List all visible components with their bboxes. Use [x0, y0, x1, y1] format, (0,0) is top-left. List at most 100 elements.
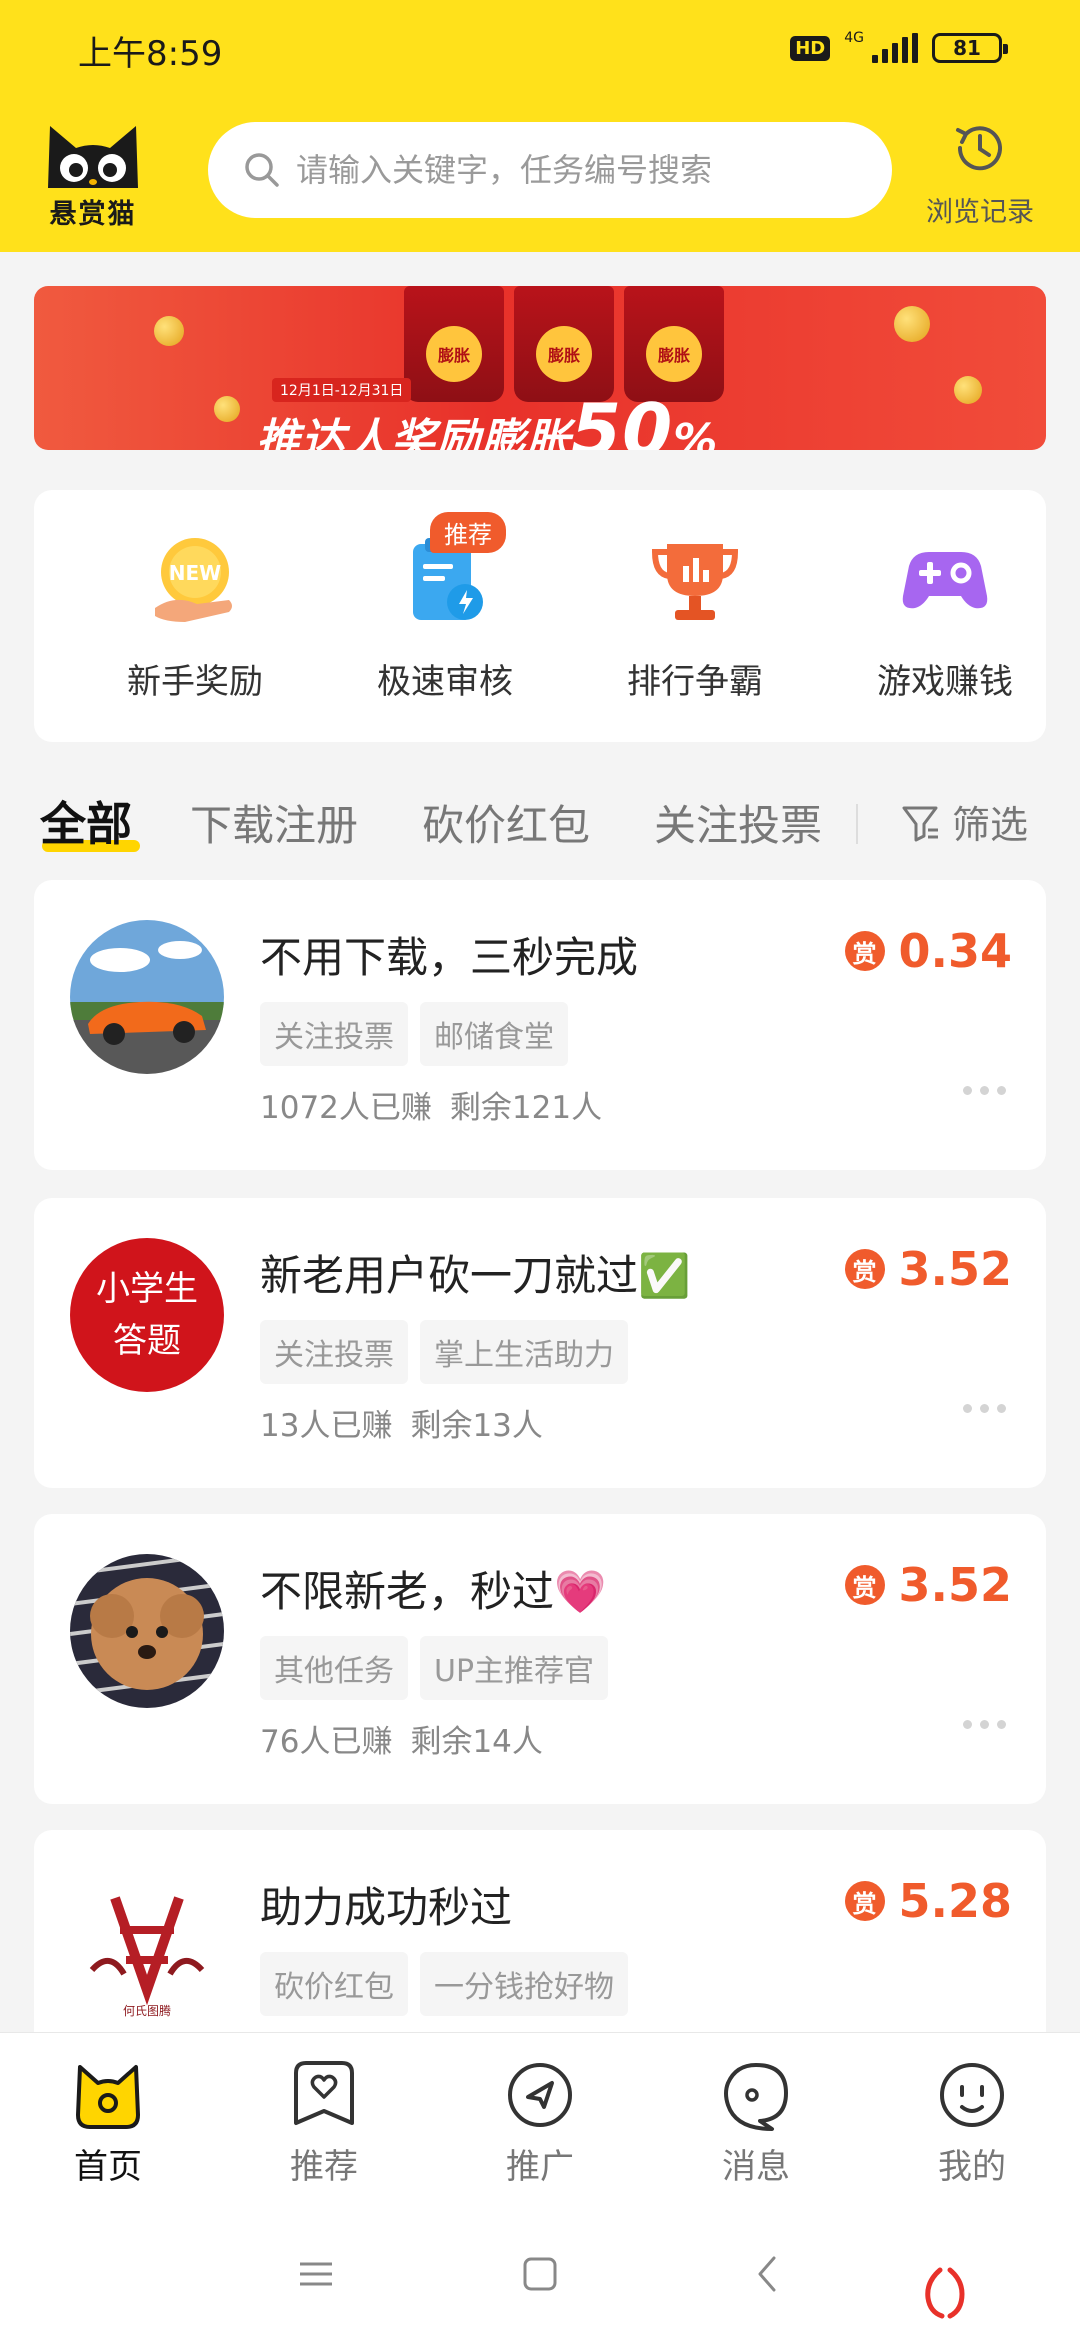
nav-label: 首页	[74, 2147, 142, 2187]
new-gift-icon: NEW	[155, 538, 232, 622]
red-envelope-icon: 膨胀	[624, 286, 724, 402]
task-reward: 赏 0.34	[844, 924, 1013, 978]
task-tags: 关注投票 邮储食堂	[260, 1002, 568, 1066]
nav-promote[interactable]: 推广	[460, 2055, 620, 2188]
home-square-icon[interactable]	[510, 2244, 570, 2304]
trophy-icon	[651, 544, 739, 620]
task-tag: 关注投票	[260, 1002, 408, 1066]
more-icon[interactable]	[963, 1720, 1006, 1729]
task-remaining: 剩余14人	[410, 1724, 543, 1760]
task-reward: 赏 3.52	[844, 1558, 1013, 1612]
task-reward: 赏 5.28	[844, 1874, 1013, 1928]
filter-icon	[902, 806, 938, 841]
svg-text:何氏图腾: 何氏图腾	[123, 2003, 171, 2018]
tab-download-register[interactable]: 下载注册	[190, 792, 358, 853]
quick-label: 极速审核	[377, 662, 513, 702]
task-stats: 1072人已赚 剩余121人	[260, 1082, 602, 1127]
task-tags: 其他任务 UP主推荐官	[260, 1636, 609, 1700]
nav-label: 我的	[938, 2147, 1006, 2187]
more-icon[interactable]	[963, 1404, 1006, 1413]
signal-icon	[872, 33, 918, 63]
task-avatar	[70, 1554, 224, 1708]
battery-icon: 81	[932, 33, 1008, 63]
nav-label: 消息	[722, 2147, 790, 2187]
task-avatar: 何氏图腾	[70, 1870, 224, 2024]
task-remaining: 剩余13人	[410, 1408, 543, 1444]
status-bar: 上午8:59 HD 4G 81	[0, 0, 1080, 100]
reward-icon: 赏	[844, 1881, 885, 1921]
reward-value: 0.34	[898, 924, 1013, 978]
task-stats: 13人已赚 剩余13人	[260, 1400, 543, 1445]
task-tag: 关注投票	[260, 1320, 408, 1384]
reward-icon: 赏	[844, 1249, 885, 1289]
task-remaining: 剩余121人	[449, 1090, 603, 1126]
search-bar[interactable]	[208, 122, 892, 218]
task-tag: 其他任务	[260, 1636, 408, 1700]
quick-item-fast-review[interactable]: 极速审核	[320, 530, 570, 703]
message-icon	[724, 2063, 788, 2131]
recommend-icon	[294, 2061, 354, 2125]
status-icons: HD 4G 81	[790, 28, 1008, 68]
task-avatar: 小学生 答题	[70, 1238, 224, 1392]
bottom-nav: 首页 推荐 推广 消息 我的	[0, 2032, 1080, 2208]
promo-banner[interactable]: 膨胀 膨胀 膨胀 12月1日-12月31日 推达人奖励膨胀50%	[34, 286, 1046, 450]
quick-item-game[interactable]: 游戏赚钱	[820, 530, 1070, 703]
search-icon	[245, 153, 279, 187]
system-nav-bar	[0, 2208, 1080, 2340]
task-tag: 砍价红包	[260, 1952, 408, 2016]
nav-profile[interactable]: 我的	[892, 2055, 1052, 2188]
task-tag: 一分钱抢好物	[420, 1952, 628, 2016]
quick-entries: NEW 新手奖励 极速审核 推荐 排行争霸 游戏赚钱	[34, 490, 1046, 742]
task-tag: 掌上生活助力	[420, 1320, 628, 1384]
task-tags: 砍价红包 一分钱抢好物	[260, 1952, 628, 2016]
gamepad-icon	[902, 552, 988, 609]
task-card[interactable]: 小学生 答题 新老用户砍一刀就过✅ 赏 3.52 关注投票 掌上生活助力 13人…	[34, 1198, 1046, 1488]
hd-icon: HD	[790, 35, 831, 61]
home-cat-icon	[76, 2065, 140, 2129]
task-card[interactable]: 不用下载，三秒完成 赏 0.34 关注投票 邮储食堂 1072人已赚 剩余121人	[34, 880, 1046, 1170]
recommend-badge: 推荐	[430, 512, 506, 553]
task-card[interactable]: 何氏图腾 助力成功秒过 赏 5.28 砍价红包 一分钱抢好物	[34, 1830, 1046, 2032]
quick-item-ranking[interactable]: 排行争霸	[570, 530, 820, 703]
back-icon[interactable]	[738, 2244, 798, 2304]
task-reward: 赏 3.52	[844, 1242, 1012, 1296]
quick-label: 游戏赚钱	[877, 662, 1013, 702]
menu-icon[interactable]	[286, 2244, 346, 2304]
task-title: 新老用户砍一刀就过✅	[260, 1251, 691, 1300]
svg-text:NEW: NEW	[169, 561, 221, 585]
task-stats: 76人已赚 剩余14人	[260, 1716, 543, 1761]
task-tags: 关注投票 掌上生活助力	[260, 1320, 628, 1384]
red-envelope-icon: 膨胀	[514, 286, 614, 402]
task-tag: 邮储食堂	[420, 1002, 568, 1066]
nav-messages[interactable]: 消息	[676, 2055, 836, 2188]
task-title: 不限新老，秒过💗	[260, 1567, 607, 1616]
reward-value: 3.52	[898, 1558, 1013, 1612]
category-tabs: 全部 下载注册 砍价红包 关注投票 筛选	[0, 784, 1080, 864]
battery-level: 81	[953, 36, 981, 60]
header: 上午8:59 HD 4G 81 悬赏猫 请输入关键字，任务编号搜索 浏览记录	[0, 0, 1080, 252]
quick-item-newbie-reward[interactable]: NEW 新手奖励	[70, 530, 320, 703]
tab-follow-vote[interactable]: 关注投票	[654, 792, 820, 853]
floating-assistant-icon[interactable]	[920, 2262, 970, 2322]
more-icon[interactable]	[963, 1086, 1006, 1095]
banner-headline: 推达人奖励膨胀50%	[256, 388, 719, 450]
filter-button[interactable]: 筛选	[898, 794, 1028, 849]
task-card[interactable]: 不限新老，秒过💗 赏 3.52 其他任务 UP主推荐官 76人已赚 剩余14人	[34, 1514, 1046, 1804]
reward-value: 5.28	[898, 1874, 1013, 1928]
tab-divider	[856, 804, 858, 844]
history-clock-icon	[956, 126, 1002, 171]
tab-bargain-redpacket[interactable]: 砍价红包	[422, 792, 590, 853]
search-input[interactable]	[296, 151, 876, 189]
history-label: 浏览记录	[926, 197, 1034, 228]
tab-all[interactable]: 全部	[40, 788, 132, 854]
task-earned: 76人已赚	[260, 1724, 393, 1760]
reward-icon: 赏	[844, 1565, 885, 1605]
profile-icon	[940, 2063, 1004, 2127]
nav-home[interactable]: 首页	[28, 2055, 188, 2188]
reward-icon: 赏	[844, 931, 885, 971]
browse-history-button[interactable]: 浏览记录	[912, 116, 1048, 229]
nav-recommend[interactable]: 推荐	[244, 2055, 404, 2188]
network-type: 4G	[844, 30, 864, 46]
nav-label: 推荐	[290, 2147, 358, 2187]
quick-label: 排行争霸	[627, 662, 763, 702]
